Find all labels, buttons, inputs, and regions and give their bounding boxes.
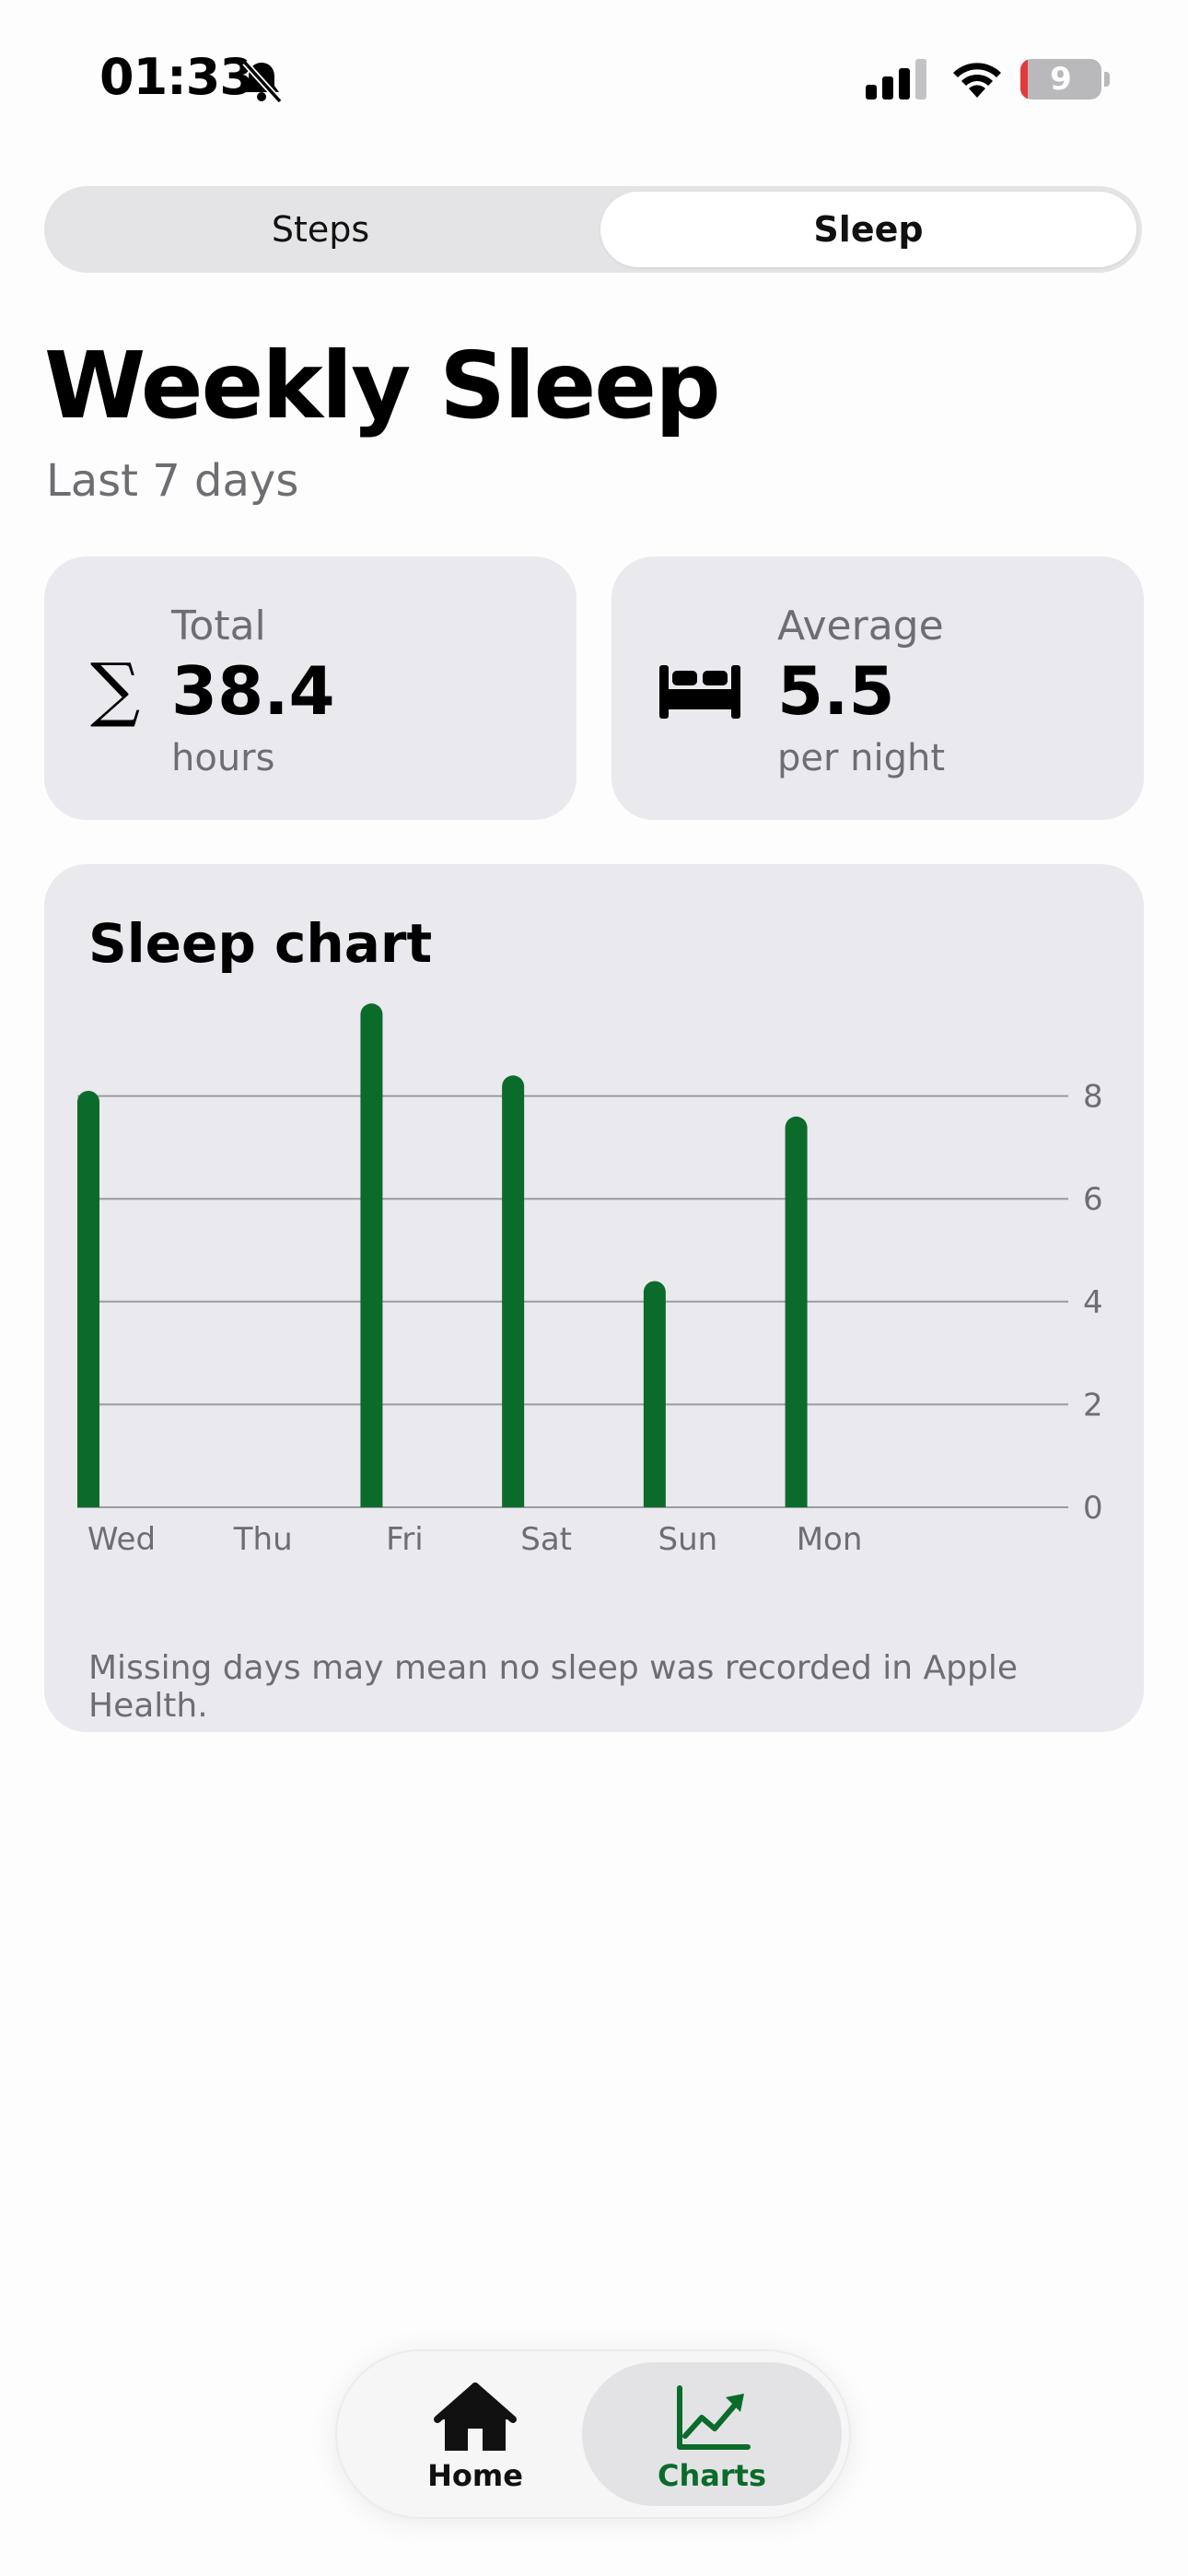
- sleep-chart-card: Sleep chart 0 2 4 6 8 Wed Thu Fri Sat Sun Mon Miss…: [44, 864, 1144, 1732]
- x-tick-label: Thu: [233, 1521, 293, 1558]
- status-time: 01:33: [99, 48, 254, 106]
- y-tick-label: 6: [1083, 1181, 1103, 1218]
- y-tick-label: 8: [1083, 1079, 1103, 1116]
- total-stat-card: ∑ Total 38.4 hours: [44, 556, 577, 820]
- tab-charts[interactable]: Charts: [582, 2362, 842, 2506]
- average-unit: per night: [777, 737, 946, 779]
- tab-charts-label: Charts: [658, 2458, 766, 2493]
- battery-level: 9: [1050, 61, 1072, 98]
- chart-note: Missing days may mean no sleep was recor…: [88, 1649, 1019, 1725]
- x-tick-label: Wed: [87, 1521, 156, 1558]
- segment-steps[interactable]: Steps: [50, 192, 591, 267]
- bar-mon: [785, 1116, 808, 1507]
- wifi-icon: [953, 63, 1001, 98]
- battery-cap: [1104, 72, 1110, 87]
- x-tick-label: Sun: [658, 1521, 718, 1558]
- average-value: 5.5: [777, 652, 895, 730]
- average-label: Average: [777, 603, 944, 650]
- status-bar: 01:33 9: [0, 0, 1188, 157]
- bar-wed: [77, 1091, 99, 1507]
- y-tick-label: 2: [1083, 1387, 1103, 1423]
- sleep-bar-chart: 0 2 4 6 8 Wed Thu Fri Sat Sun Mon: [77, 1003, 1103, 1558]
- battery-body: 9: [1020, 59, 1101, 100]
- average-stat-card: Average 5.5 per night: [611, 556, 1144, 820]
- page-subtitle: Last 7 days: [46, 455, 299, 507]
- house-icon: [434, 2383, 517, 2451]
- tab-home-label: Home: [427, 2458, 523, 2493]
- bell-slash-icon: [242, 60, 283, 104]
- chart-title: Sleep chart: [88, 912, 433, 975]
- total-unit: hours: [171, 737, 275, 779]
- x-tick-label: Fri: [386, 1521, 424, 1558]
- page-title: Weekly Sleep: [44, 332, 721, 439]
- total-label: Total: [171, 603, 266, 650]
- cellular-signal-icon: [866, 59, 926, 100]
- battery-indicator: 9: [1020, 59, 1110, 100]
- x-tick-label: Mon: [797, 1521, 863, 1558]
- chart-line-icon: [677, 2385, 751, 2450]
- y-tick-label: 0: [1083, 1490, 1103, 1527]
- tab-home[interactable]: Home: [365, 2362, 586, 2506]
- total-value: 38.4: [171, 652, 335, 730]
- bar-sun: [643, 1281, 666, 1507]
- bar-fri: [360, 1003, 383, 1507]
- bar-sat: [502, 1075, 525, 1507]
- x-tick-label: Sat: [520, 1521, 572, 1558]
- metric-segmented-control: Steps Sleep: [44, 186, 1142, 273]
- sigma-icon: ∑: [90, 648, 141, 730]
- y-tick-label: 4: [1083, 1284, 1103, 1321]
- tab-bar: Home Charts: [335, 2349, 851, 2519]
- bed-icon: [659, 665, 740, 719]
- segment-sleep[interactable]: Sleep: [600, 192, 1136, 267]
